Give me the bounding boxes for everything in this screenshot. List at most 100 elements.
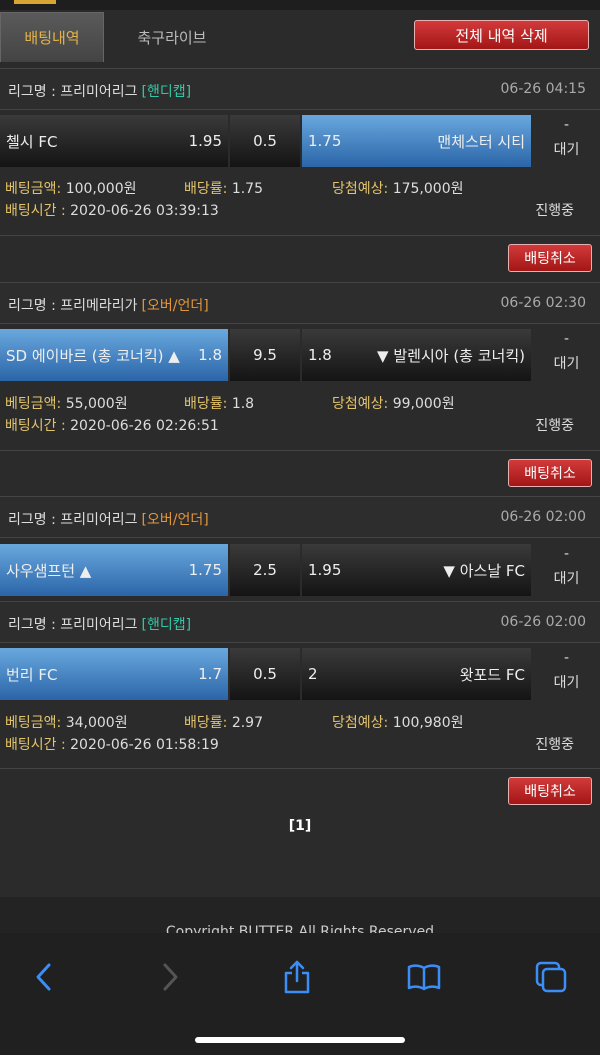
expected-label: 당첨예상: (332, 715, 389, 731)
away-odds: 2 (308, 665, 318, 683)
bet-info: 베팅금액: 34,000원 배당률: 2.97 당첨예상: 100,980원 배… (0, 706, 600, 776)
bet-time-value: 2020-06-26 03:39:13 (70, 203, 219, 219)
away-team: 왓포드 FC (459, 665, 525, 684)
status-dash: - (563, 331, 570, 347)
expected-value: 99,000원 (392, 396, 455, 412)
home-team: 사우샘프턴 ▲ (6, 561, 92, 580)
amount-label: 베팅금액: (5, 181, 62, 197)
rate-label: 배당률: (184, 715, 228, 731)
expected-value: 100,980원 (392, 715, 464, 731)
tab-bet-history[interactable]: 배팅내역 (0, 12, 104, 62)
top-status-strip (0, 0, 600, 10)
bet-time-value: 2020-06-26 02:26:51 (70, 418, 219, 434)
tabs-icon[interactable] (531, 957, 571, 997)
cancel-bet-button[interactable]: 배팅취소 (508, 777, 592, 805)
line-value: 0.5 (230, 115, 300, 167)
pagination-current[interactable]: [1] (0, 818, 600, 834)
line-text: 2.5 (253, 561, 277, 579)
league-name: 리그명 : 프리미어리그 (8, 84, 138, 100)
amount-label: 베팅금액: (5, 396, 62, 412)
top-accent (14, 0, 56, 4)
line-text: 9.5 (253, 346, 277, 364)
expected-label: 당첨예상: (332, 396, 389, 412)
home-indicator (195, 1037, 405, 1043)
rate-label: 배당률: (184, 181, 228, 197)
away-option[interactable]: 1.8 ▼ 발렌시아 (총 코너킥) (302, 329, 531, 381)
amount-value: 55,000원 (65, 396, 128, 412)
away-team: ▼ 발렌시아 (총 코너킥) (377, 346, 525, 365)
action-row: 배팅취소 (0, 235, 600, 281)
home-option-selected[interactable]: 번리 FC 1.7 (0, 648, 228, 700)
status-text: 대기 (553, 142, 580, 158)
home-option-selected[interactable]: SD 에이바르 (총 코너킥) ▲ 1.8 (0, 329, 228, 381)
league-name: 리그명 : 프리메라리가 (8, 298, 138, 314)
amount-label: 베팅금액: (5, 715, 62, 731)
rate-value: 1.8 (231, 396, 255, 412)
line-value: 0.5 (230, 648, 300, 700)
away-option-selected[interactable]: 1.75 맨체스터 시티 (302, 115, 531, 167)
away-option[interactable]: 1.95 ▼ 아스날 FC (302, 544, 531, 596)
match-datetime: 06-26 02:00 (500, 509, 586, 525)
progress-status: 진행중 (535, 737, 574, 753)
home-odds: 1.95 (188, 132, 222, 150)
bet-time-label: 배팅시간 : (5, 203, 66, 219)
home-odds: 1.8 (198, 346, 222, 364)
bet-time-label: 배팅시간 : (5, 418, 66, 434)
delete-all-button[interactable]: 전체 내역 삭제 (414, 20, 589, 50)
tab-soccer-live[interactable]: 축구라이브 (107, 12, 237, 62)
amount-value: 34,000원 (65, 715, 128, 731)
forward-icon[interactable] (150, 957, 190, 997)
match-row: SD 에이바르 (총 코너킥) ▲ 1.8 9.5 1.8 ▼ 발렌시아 (총 코너… (0, 329, 600, 381)
away-team: 맨체스터 시티 (437, 132, 525, 151)
expected-value: 175,000원 (392, 181, 464, 197)
bet-status: - 대기 (533, 648, 600, 700)
match-row: 번리 FC 1.7 0.5 2 왓포드 FC - 대기 (0, 648, 600, 700)
bet-type: [오버/언더] (141, 298, 209, 314)
home-team: 번리 FC (6, 665, 58, 684)
league-header: 리그명 : 프리미어리그 [핸디캡] 06-26 04:15 (0, 68, 600, 110)
away-odds: 1.95 (308, 561, 342, 579)
home-option-selected[interactable]: 사우샘프턴 ▲ 1.75 (0, 544, 228, 596)
away-option[interactable]: 2 왓포드 FC (302, 648, 531, 700)
bet-time-label: 배팅시간 : (5, 737, 66, 753)
cancel-bet-button[interactable]: 배팅취소 (508, 459, 592, 487)
line-value: 9.5 (230, 329, 300, 381)
amount-value: 100,000원 (65, 181, 137, 197)
share-icon[interactable] (277, 957, 317, 997)
rate-value: 1.75 (231, 181, 263, 197)
status-dash: - (563, 117, 570, 133)
bet-time-value: 2020-06-26 01:58:19 (70, 737, 219, 753)
status-dash: - (563, 650, 570, 666)
bet-status: - 대기 (533, 544, 600, 596)
status-text: 대기 (553, 675, 580, 691)
league-name: 리그명 : 프리미어리그 (8, 617, 138, 633)
tab-bar: 배팅내역 축구라이브 전체 내역 삭제 (0, 10, 600, 70)
line-value: 2.5 (230, 544, 300, 596)
bet-type: [핸디캡] (141, 617, 192, 633)
cancel-bet-button[interactable]: 배팅취소 (508, 244, 592, 272)
away-odds: 1.75 (308, 132, 342, 150)
home-odds: 1.7 (198, 665, 222, 683)
bookmarks-icon[interactable] (404, 957, 444, 997)
match-datetime: 06-26 04:15 (500, 81, 586, 97)
league-name: 리그명 : 프리미어리그 (8, 512, 138, 528)
status-text: 대기 (553, 356, 580, 372)
match-datetime: 06-26 02:00 (500, 614, 586, 630)
match-datetime: 06-26 02:30 (500, 295, 586, 311)
away-team: ▼ 아스날 FC (443, 561, 525, 580)
home-option[interactable]: 첼시 FC 1.95 (0, 115, 228, 167)
league-header: 리그명 : 프리미어리그 [핸디캡] 06-26 02:00 (0, 601, 600, 643)
league-header: 리그명 : 프리메라리가 [오버/언더] 06-26 02:30 (0, 282, 600, 324)
status-text: 대기 (553, 571, 580, 587)
line-text: 0.5 (253, 132, 277, 150)
bet-info: 베팅금액: 100,000원 배당률: 1.75 당첨예상: 175,000원 … (0, 172, 600, 242)
back-icon[interactable] (24, 957, 64, 997)
match-row: 사우샘프턴 ▲ 1.75 2.5 1.95 ▼ 아스날 FC - 대기 (0, 544, 600, 596)
progress-status: 진행중 (535, 418, 574, 434)
bet-type: [오버/언더] (141, 512, 209, 528)
away-odds: 1.8 (308, 346, 332, 364)
progress-status: 진행중 (535, 203, 574, 219)
action-row: 배팅취소 (0, 768, 600, 814)
browser-toolbar (0, 933, 600, 1055)
bet-status: - 대기 (533, 115, 600, 167)
